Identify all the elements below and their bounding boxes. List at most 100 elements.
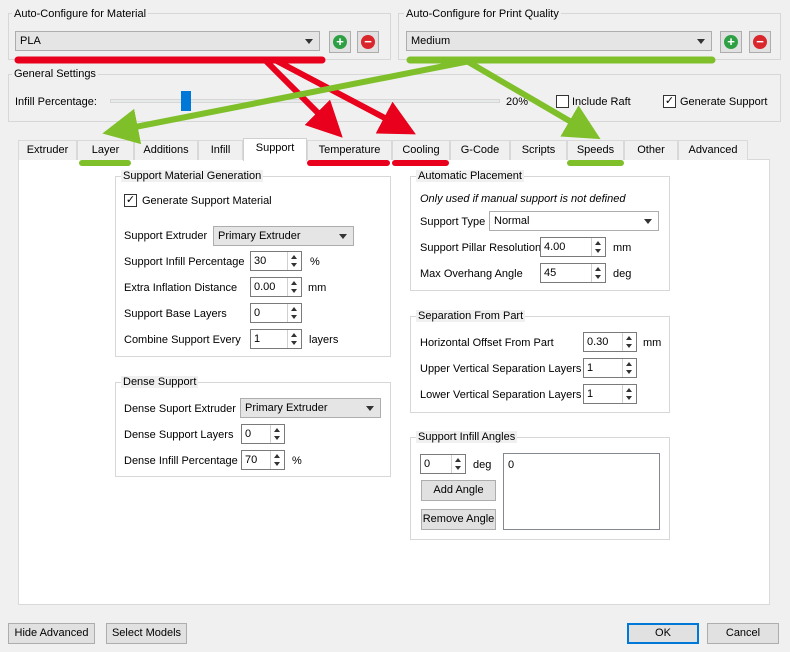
include-raft-label: Include Raft xyxy=(572,96,631,108)
upper-separation-spinbox[interactable]: 1 xyxy=(583,358,637,378)
max-overhang-unit: deg xyxy=(613,268,632,280)
support-infill-spinbox[interactable]: 30 xyxy=(250,251,302,271)
tab-infill[interactable]: Infill xyxy=(198,140,243,160)
material-add-button[interactable]: + xyxy=(329,31,351,53)
infill-angle-spinbox[interactable]: 0 xyxy=(420,454,466,474)
tab-extruder[interactable]: Extruder xyxy=(18,140,77,160)
plus-circle-icon: + xyxy=(333,35,347,49)
horizontal-offset-spinbox[interactable]: 0.30 xyxy=(583,332,637,352)
pillar-resolution-unit: mm xyxy=(613,242,632,254)
minus-circle-icon: − xyxy=(361,35,375,49)
select-models-button[interactable]: Select Models xyxy=(106,623,187,644)
chevron-down-icon xyxy=(644,219,652,224)
spin-arrows-icon[interactable] xyxy=(622,385,636,403)
tab-advanced[interactable]: Advanced xyxy=(678,140,748,160)
dense-extruder-label: Dense Suport Extruder xyxy=(124,403,236,415)
upper-separation-label: Upper Vertical Separation Layers xyxy=(420,363,582,375)
infill-angles-list[interactable]: 0 xyxy=(503,453,660,530)
inflation-distance-label: Extra Inflation Distance xyxy=(124,282,238,294)
combine-support-spinbox[interactable]: 1 xyxy=(250,329,302,349)
list-item[interactable]: 0 xyxy=(508,458,514,472)
dense-layers-value: 0 xyxy=(245,428,252,440)
quality-group-title: Auto-Configure for Print Quality xyxy=(404,8,561,20)
combine-support-value: 1 xyxy=(254,333,261,345)
upper-separation-value: 1 xyxy=(587,362,594,374)
infill-angle-unit: deg xyxy=(473,459,492,471)
material-combo-value: PLA xyxy=(20,35,41,47)
support-base-layers-value: 0 xyxy=(254,307,261,319)
support-type-combo[interactable]: Normal xyxy=(489,211,659,231)
hide-advanced-button[interactable]: Hide Advanced xyxy=(8,623,95,644)
tab-other[interactable]: Other xyxy=(624,140,678,160)
support-infill-unit: % xyxy=(310,256,320,268)
infill-percentage-value: 20% xyxy=(506,96,529,108)
tab-scripts[interactable]: Scripts xyxy=(510,140,567,160)
infill-slider-track[interactable] xyxy=(110,99,500,103)
spin-arrows-icon[interactable] xyxy=(287,304,301,322)
chevron-down-icon xyxy=(366,406,374,411)
ok-button[interactable]: OK xyxy=(627,623,699,644)
tab-additions[interactable]: Additions xyxy=(134,140,198,160)
lower-separation-value: 1 xyxy=(587,388,594,400)
generate-support-material-label: Generate Support Material xyxy=(142,195,272,207)
separation-title: Separation From Part xyxy=(416,310,526,322)
pillar-resolution-spinbox[interactable]: 4.00 xyxy=(540,237,606,257)
quality-add-button[interactable]: + xyxy=(720,31,742,53)
spin-arrows-icon[interactable] xyxy=(287,330,301,348)
dense-support-title: Dense Support xyxy=(121,376,199,388)
auto-placement-note: Only used if manual support is not defin… xyxy=(420,193,626,205)
dense-layers-label: Dense Support Layers xyxy=(124,429,234,441)
plus-circle-icon: + xyxy=(724,35,738,49)
tab-temperature[interactable]: Temperature xyxy=(307,140,392,160)
tab-layer[interactable]: Layer xyxy=(77,140,134,160)
material-group-title: Auto-Configure for Material xyxy=(12,8,149,20)
infill-slider-handle[interactable] xyxy=(181,91,192,111)
support-base-layers-spinbox[interactable]: 0 xyxy=(250,303,302,323)
dense-infill-value: 70 xyxy=(245,454,258,466)
inflation-distance-value: 0.00 xyxy=(254,281,276,293)
spin-arrows-icon[interactable] xyxy=(622,333,636,351)
tab-speeds[interactable]: Speeds xyxy=(567,140,624,160)
horizontal-offset-label: Horizontal Offset From Part xyxy=(420,337,554,349)
dense-extruder-combo[interactable]: Primary Extruder xyxy=(240,398,381,418)
spin-arrows-icon[interactable] xyxy=(451,455,465,473)
spin-arrows-icon[interactable] xyxy=(287,252,301,270)
spin-arrows-icon[interactable] xyxy=(287,278,301,296)
material-combo[interactable]: PLA xyxy=(15,31,320,51)
tab-support[interactable]: Support xyxy=(243,138,307,161)
remove-angle-button[interactable]: Remove Angle xyxy=(421,509,496,530)
infill-angle-value: 0 xyxy=(424,458,431,470)
material-remove-button[interactable]: − xyxy=(357,31,379,53)
auto-placement-title: Automatic Placement xyxy=(416,170,524,182)
max-overhang-value: 45 xyxy=(544,267,557,279)
cancel-button[interactable]: Cancel xyxy=(707,623,779,644)
tab-g-code[interactable]: G-Code xyxy=(450,140,510,160)
spin-arrows-icon[interactable] xyxy=(622,359,636,377)
add-angle-button[interactable]: Add Angle xyxy=(421,480,496,501)
dense-infill-spinbox[interactable]: 70 xyxy=(241,450,285,470)
generate-support-checkbox[interactable]: ✓ xyxy=(663,95,676,108)
chevron-down-icon xyxy=(305,39,313,44)
dense-extruder-value: Primary Extruder xyxy=(245,402,328,414)
infill-angles-title: Support Infill Angles xyxy=(416,431,518,443)
quality-combo[interactable]: Medium xyxy=(406,31,712,51)
support-type-value: Normal xyxy=(494,215,530,227)
horizontal-offset-unit: mm xyxy=(643,337,662,349)
spin-arrows-icon[interactable] xyxy=(270,451,284,469)
general-group-title: General Settings xyxy=(12,68,98,80)
spin-arrows-icon[interactable] xyxy=(591,238,605,256)
inflation-distance-spinbox[interactable]: 0.00 xyxy=(250,277,302,297)
generate-support-material-checkbox[interactable]: ✓ xyxy=(124,194,137,207)
max-overhang-spinbox[interactable]: 45 xyxy=(540,263,606,283)
spin-arrows-icon[interactable] xyxy=(270,425,284,443)
support-extruder-label: Support Extruder xyxy=(124,230,208,242)
dense-layers-spinbox[interactable]: 0 xyxy=(241,424,285,444)
support-infill-value: 30 xyxy=(254,255,267,267)
chevron-down-icon xyxy=(339,234,347,239)
support-extruder-combo[interactable]: Primary Extruder xyxy=(213,226,354,246)
quality-remove-button[interactable]: − xyxy=(749,31,771,53)
lower-separation-spinbox[interactable]: 1 xyxy=(583,384,637,404)
spin-arrows-icon[interactable] xyxy=(591,264,605,282)
tab-cooling[interactable]: Cooling xyxy=(392,140,450,160)
include-raft-checkbox[interactable] xyxy=(556,95,569,108)
